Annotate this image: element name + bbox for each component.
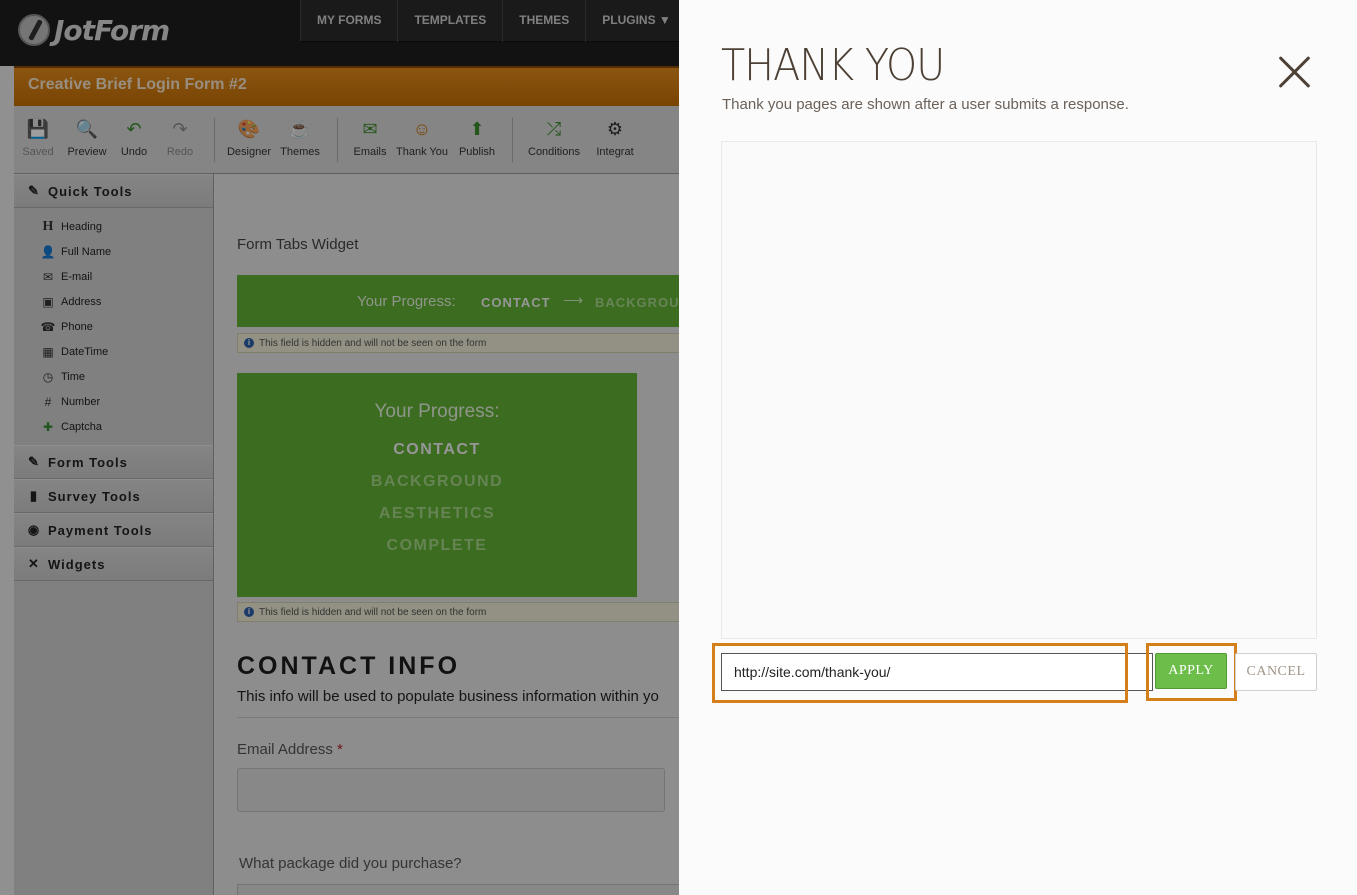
- apply-button[interactable]: APPLY: [1155, 653, 1227, 689]
- close-icon[interactable]: [1273, 50, 1317, 94]
- form-builder-background: JotForm MY FORMS TEMPLATES THEMES PLUGIN…: [0, 0, 679, 895]
- modal-backdrop[interactable]: [0, 0, 679, 895]
- thank-you-editor[interactable]: [721, 141, 1317, 639]
- redirect-url-input[interactable]: [721, 653, 1153, 691]
- cancel-button[interactable]: CANCEL: [1235, 653, 1317, 691]
- panel-title: THANK YOU: [721, 40, 945, 91]
- thank-you-panel: THANK YOU Thank you pages are shown afte…: [679, 0, 1357, 895]
- panel-subtitle: Thank you pages are shown after a user s…: [722, 96, 1129, 113]
